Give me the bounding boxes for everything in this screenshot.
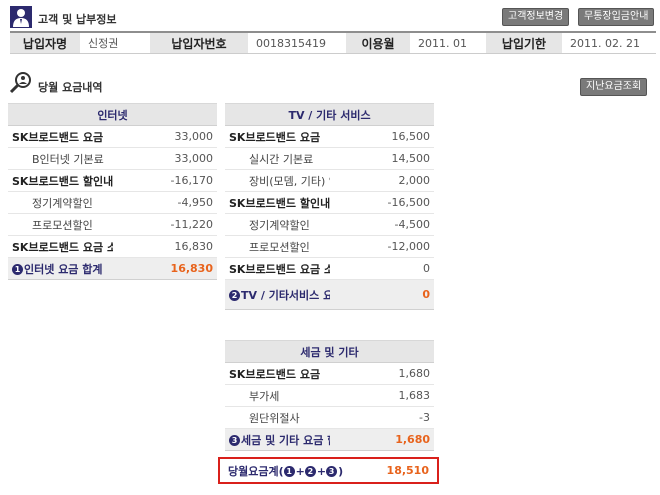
internet-row-amount: 33,000 bbox=[112, 125, 217, 148]
internet-total-row: 1 인터넷 요금 합계 16,830 bbox=[8, 257, 217, 280]
tax-row-amount: -3 bbox=[329, 406, 434, 429]
payer-info-bar: 납입자명 신정권 납입자번호 0018315419 이용월 2011. 01 납… bbox=[10, 31, 656, 54]
tv-row: SK브로드밴드 요금 소계0 bbox=[225, 257, 434, 280]
magnifier-person-icon bbox=[9, 72, 31, 94]
internet-row-amount: -4,950 bbox=[112, 191, 217, 214]
internet-row-amount: -16,170 bbox=[112, 169, 217, 192]
internet-row: B인터넷 기본료 33,000 bbox=[8, 147, 217, 170]
person-icon bbox=[10, 6, 32, 28]
past-bills-button[interactable]: 지난요금조회 bbox=[580, 78, 648, 96]
number-badge-2: 2 bbox=[304, 466, 316, 477]
change-customer-info-button[interactable]: 고객정보변경 bbox=[502, 8, 570, 26]
tv-row-label: 정기계약할인 bbox=[225, 213, 330, 236]
tv-row-label: 프로모션할인 bbox=[225, 235, 330, 258]
tax-row-label: 원단위절사 bbox=[225, 406, 330, 429]
due-date-value: 2011. 02. 21 bbox=[570, 36, 640, 50]
internet-bill-table: 인터넷 SK브로드밴드 요금 33,000 B인터넷 기본료 33,000 SK브로드밴… bbox=[8, 103, 217, 280]
internet-total-label: 1 인터넷 요금 합계 bbox=[8, 257, 113, 280]
tv-row: 실시간 기본료 14,500 bbox=[225, 147, 434, 170]
internet-row: SK브로드밴드 요금 소계16,830 bbox=[8, 235, 217, 258]
internet-row: 프로모션할인 -11,220 bbox=[8, 213, 217, 236]
tax-table-header: 세금 및 기타 bbox=[225, 340, 434, 363]
internet-row-label: SK브로드밴드 할인내역 bbox=[8, 169, 113, 192]
monthly-bill-header: 당월 요금내역 지난요금조회 bbox=[8, 70, 654, 96]
internet-row: 정기계약할인 -4,950 bbox=[8, 191, 217, 214]
tv-row-label: 실시간 기본료 bbox=[225, 147, 330, 170]
internet-row-label: 프로모션할인 bbox=[8, 213, 113, 236]
payer-number-label: 납입자번호 bbox=[150, 33, 248, 53]
tv-row-label: SK브로드밴드 요금 bbox=[225, 125, 330, 148]
tv-row-amount: -16,500 bbox=[329, 191, 434, 214]
due-date-label: 납입기한 bbox=[486, 33, 562, 53]
tax-row: 부가세 1,683 bbox=[225, 384, 434, 407]
usage-month-label: 이용월 bbox=[346, 33, 410, 53]
tv-row: 프로모션할인 -12,000 bbox=[225, 235, 434, 258]
tv-total-row: 2TV / 기타서비스 요금 합계0 bbox=[225, 279, 434, 310]
tv-row-amount: 16,500 bbox=[329, 125, 434, 148]
tv-row-amount: 14,500 bbox=[329, 147, 434, 170]
tv-row-label: SK브로드밴드 할인내역 bbox=[225, 191, 330, 214]
internet-row-amount: 16,830 bbox=[112, 235, 217, 258]
grand-total-amount: 18,510 bbox=[386, 464, 429, 477]
payer-number-value: 0018315419 bbox=[256, 36, 326, 50]
internet-row-amount: 33,000 bbox=[112, 147, 217, 170]
tax-total-row: 3세금 및 기타 요금 합계1,680 bbox=[225, 428, 434, 451]
tv-row-amount: 2,000 bbox=[329, 169, 434, 192]
internet-total-amount: 16,830 bbox=[112, 257, 217, 280]
tax-total-amount: 1,680 bbox=[329, 428, 434, 451]
tax-row: 원단위절사 -3 bbox=[225, 406, 434, 429]
internet-row-label: 정기계약할인 bbox=[8, 191, 113, 214]
tax-total-label: 3세금 및 기타 요금 합계 bbox=[225, 428, 330, 451]
internet-row: SK브로드밴드 할인내역 -16,170 bbox=[8, 169, 217, 192]
grand-total-label: 당월요금계(1 +2 +3) bbox=[228, 464, 344, 478]
number-badge-2: 2 bbox=[229, 290, 240, 301]
bank-deposit-guide-button[interactable]: 무통장입금안내 bbox=[578, 8, 655, 26]
number-badge-3: 3 bbox=[326, 466, 338, 477]
tv-total-label: 2TV / 기타서비스 요금 합계 bbox=[225, 279, 330, 310]
tv-total-amount: 0 bbox=[329, 279, 434, 310]
tax-row-label: 부가세 bbox=[225, 384, 330, 407]
number-badge-1: 1 bbox=[283, 466, 295, 477]
usage-month-value: 2011. 01 bbox=[418, 36, 467, 50]
monthly-bill-title: 당월 요금내역 bbox=[38, 81, 103, 94]
tax-row-label: SK브로드밴드 요금 bbox=[225, 362, 330, 385]
tax-bill-table: 세금 및 기타 SK브로드밴드 요금 1,680 부가세 1,683 원단위절사 -3 3 세… bbox=[225, 340, 434, 451]
tv-row-amount: -12,000 bbox=[329, 235, 434, 258]
tax-row: SK브로드밴드 요금 1,680 bbox=[225, 362, 434, 385]
payer-name-label: 납입자명 bbox=[10, 33, 80, 53]
tv-row: 장비(모뎀, 기타) 임대료2,000 bbox=[225, 169, 434, 192]
tv-row: SK브로드밴드 할인내역 -16,500 bbox=[225, 191, 434, 214]
tv-table-header: TV / 기타 서비스 bbox=[225, 103, 434, 126]
internet-table-header: 인터넷 bbox=[8, 103, 217, 126]
number-badge-1: 1 bbox=[12, 264, 23, 275]
tax-row-amount: 1,680 bbox=[329, 362, 434, 385]
tv-bill-table: TV / 기타 서비스 SK브로드밴드 요금 16,500 실시간 기본료 14,50… bbox=[225, 103, 434, 310]
payer-name-value: 신정권 bbox=[88, 37, 119, 50]
tax-row-amount: 1,683 bbox=[329, 384, 434, 407]
internet-row-label: SK브로드밴드 요금 bbox=[8, 125, 113, 148]
tv-row-label: 장비(모뎀, 기타) 임대료 bbox=[225, 169, 330, 192]
number-badge-3: 3 bbox=[229, 435, 240, 446]
tv-row-amount: 0 bbox=[329, 257, 434, 280]
internet-row-label: B인터넷 기본료 bbox=[8, 147, 113, 170]
internet-row: SK브로드밴드 요금 33,000 bbox=[8, 125, 217, 148]
customer-info-header: 고객 및 납부정보 고객정보변경 무통장입금안내 bbox=[10, 6, 656, 30]
tv-row: 정기계약할인 -4,500 bbox=[225, 213, 434, 236]
grand-total-box: 당월요금계(1 +2 +3) 18,510 bbox=[218, 457, 439, 484]
tv-row-amount: -4,500 bbox=[329, 213, 434, 236]
tv-row: SK브로드밴드 요금 16,500 bbox=[225, 125, 434, 148]
tv-row-label: SK브로드밴드 요금 소계 bbox=[225, 257, 330, 280]
internet-row-label: SK브로드밴드 요금 소계 bbox=[8, 235, 113, 258]
customer-info-title: 고객 및 납부정보 bbox=[38, 13, 117, 26]
internet-row-amount: -11,220 bbox=[112, 213, 217, 236]
